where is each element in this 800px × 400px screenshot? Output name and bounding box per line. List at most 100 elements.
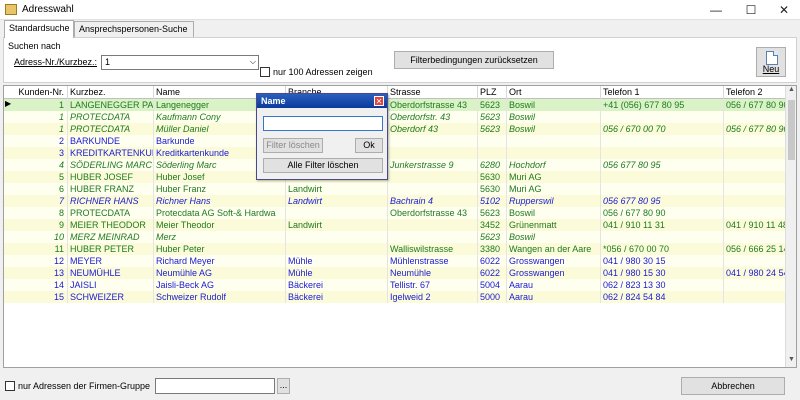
cell-telefon-2 [724, 147, 794, 159]
column-header-telefon-2[interactable]: Telefon 2 [724, 86, 794, 99]
cell-telefon-1: 041 / 980 30 15 [601, 255, 724, 267]
cell-telefon-1: 056 / 677 80 90 [601, 207, 724, 219]
ok-button[interactable]: Ok [355, 138, 383, 153]
cell-telefon-2 [724, 207, 794, 219]
cell-telefon-1: +41 (056) 677 80 95 [601, 99, 724, 111]
cell-strasse: Mühlenstrasse [388, 255, 478, 267]
cell-kunden-nr: 3 [4, 147, 68, 159]
cell-strasse: Tellistr. 67 [388, 279, 478, 291]
cell-ort: Boswil [507, 207, 601, 219]
chevron-down-icon[interactable]: ⌵ [250, 57, 256, 67]
table-row[interactable]: 13 NEUMÜHLE Neumühle AG Mühle Neumühle 6022 Gr… [4, 267, 794, 279]
cell-branche [286, 243, 388, 255]
search-field-label: Adress-Nr./Kurzbez.: [14, 57, 98, 67]
cell-plz: 5623 [478, 231, 507, 243]
cell-plz: 5623 [478, 123, 507, 135]
cell-telefon-1: 041 / 910 11 31 [601, 219, 724, 231]
cell-kurzbez: SÖDERLING MARC [70, 159, 154, 171]
table-row[interactable]: 10 MERZ MEINRAD Merz 5623 Boswil [4, 231, 794, 243]
cell-telefon-2 [724, 159, 794, 171]
cell-ort: Grosswangen [507, 267, 601, 279]
table-row[interactable]: 11 HUBER PETER Huber Peter Walliswilstrasse… [4, 243, 794, 255]
reset-filters-button[interactable]: Filterbedingungen zurücksetzen [394, 51, 554, 69]
cell-name: Protecdata AG Soft-& Hardwa [154, 207, 286, 219]
cell-telefon-1 [601, 183, 724, 195]
cell-plz: 5000 [478, 291, 507, 303]
column-header-ort[interactable]: Ort [507, 86, 601, 99]
table-row[interactable]: ▶1LANGENEGGER PAULLangeneggerOberdorfstr… [4, 99, 794, 111]
firm-group-field[interactable] [155, 378, 275, 394]
cell-name: Richner Hans [154, 195, 286, 207]
cell-kurzbez: HUBER FRANZ [68, 183, 154, 195]
close-button[interactable]: ✕ [770, 0, 798, 20]
cell-ort: Muri AG [507, 171, 601, 183]
cell-strasse [388, 219, 478, 231]
column-header-kunden-nr[interactable]: Kunden-Nr. [4, 86, 68, 99]
tab-standardsuche[interactable]: Standardsuche [4, 20, 74, 38]
cell-name: Richard Meyer [154, 255, 286, 267]
cell-telefon-2: 056 / 677 80 90 [724, 123, 794, 135]
cell-kurzbez: HUBER PETER [68, 243, 154, 255]
table-row[interactable]: 1 PROTECDATA Kaufmann Cony Oberdorfstr. 43 5… [4, 111, 794, 123]
cell-branche [286, 231, 388, 243]
new-address-button[interactable]: Neu [756, 47, 786, 77]
scrollbar-thumb[interactable] [788, 100, 795, 160]
minimize-button[interactable]: — [702, 0, 730, 20]
clear-all-filters-button[interactable]: Alle Filter löschen [263, 158, 383, 173]
column-header-kurzbez[interactable]: Kurzbez. [68, 86, 154, 99]
cell-plz: 5623 [478, 207, 507, 219]
cell-strasse: Walliswilstrasse [388, 243, 478, 255]
firm-group-checkbox[interactable] [5, 381, 15, 391]
tab-ansprechspersonen-suche[interactable]: Ansprechspersonen-Suche [74, 21, 194, 37]
cell-kunden-nr: 15 [4, 291, 68, 303]
cell-plz: 5623 [478, 99, 507, 111]
cell-telefon-1: 062 / 824 54 84 [601, 291, 724, 303]
address-grid[interactable]: Kunden-Nr. Kurzbez. Name Branche Strasse PLZ O… [3, 85, 797, 368]
cell-kurzbez: PROTECDATA [68, 207, 154, 219]
table-row[interactable]: 9 MEIER THEODOR Meier Theodor Landwirt 3452 G… [4, 219, 794, 231]
cell-strasse [388, 147, 478, 159]
table-row[interactable]: 1 PROTECDATA Müller Daniel Oberdorf 43 5623 B… [4, 123, 794, 135]
search-combobox[interactable]: 1 ⌵ [101, 55, 259, 70]
cell-kunden-nr: 8 [4, 207, 68, 219]
cell-telefon-2 [724, 195, 794, 207]
folder-icon [5, 4, 17, 15]
column-header-telefon-1[interactable]: Telefon 1 [601, 86, 724, 99]
cell-kurzbez: SCHWEIZER [68, 291, 154, 303]
table-row[interactable]: 7 RICHNER HANS Richner Hans Landwirt Bachrai… [4, 195, 794, 207]
cell-telefon-1 [601, 135, 724, 147]
cell-ort [507, 147, 601, 159]
cell-kunden-nr: 11 [4, 243, 68, 255]
vertical-scrollbar[interactable]: ▲ ▼ [785, 86, 796, 367]
cell-plz [478, 135, 507, 147]
table-row[interactable]: 6 HUBER FRANZ Huber Franz Landwirt 5630 Muri … [4, 183, 794, 195]
cell-kunden-nr: 5 [4, 171, 68, 183]
table-row[interactable]: 2 BARKUNDE Barkunde [4, 135, 794, 147]
cancel-button[interactable]: Abbrechen [681, 377, 785, 395]
column-header-plz[interactable]: PLZ [478, 86, 507, 99]
browse-button[interactable]: ... [277, 378, 290, 394]
table-row[interactable]: 5HUBER JOSEFHuber JosefKäser5630Muri AG [4, 171, 794, 183]
column-header-strasse[interactable]: Strasse [388, 86, 478, 99]
close-icon[interactable]: ✕ [374, 96, 384, 106]
table-row[interactable]: 4 SÖDERLING MARC Söderling Marc Junkerstras… [4, 159, 794, 171]
cell-branche: Bäckerei [286, 291, 388, 303]
table-row[interactable]: 15 SCHWEIZER Schweizer Rudolf Bäckerei Igelw… [4, 291, 794, 303]
table-row[interactable]: 12 MEYER Richard Meyer Mühle Mühlenstrasse 60… [4, 255, 794, 267]
filter-clear-button[interactable]: Filter löschen [263, 138, 323, 153]
name-filter-input[interactable] [263, 116, 383, 131]
cell-telefon-2: 041 / 980 24 54 [724, 267, 794, 279]
cell-kunden-nr: 13 [4, 267, 68, 279]
scroll-down-icon[interactable]: ▼ [786, 356, 796, 367]
limit-100-checkbox[interactable] [260, 67, 270, 77]
table-row[interactable]: 8 PROTECDATA Protecdata AG Soft-& Hardwa Ob… [4, 207, 794, 219]
maximize-button[interactable]: ☐ [737, 0, 765, 20]
cell-ort: Boswil [507, 231, 601, 243]
table-row[interactable]: 3 KREDITKARTENKUN Kreditkartenkunde [4, 147, 794, 159]
cell-strasse [388, 231, 478, 243]
limit-100-label: nur 100 Adressen zeigen [273, 67, 373, 77]
scroll-up-icon[interactable]: ▲ [786, 86, 796, 97]
table-row[interactable]: 14 JAISLI Jaisli-Beck AG Bäckerei Tellistr. … [4, 279, 794, 291]
cell-telefon-2 [724, 291, 794, 303]
cell-branche: Bäckerei [286, 279, 388, 291]
